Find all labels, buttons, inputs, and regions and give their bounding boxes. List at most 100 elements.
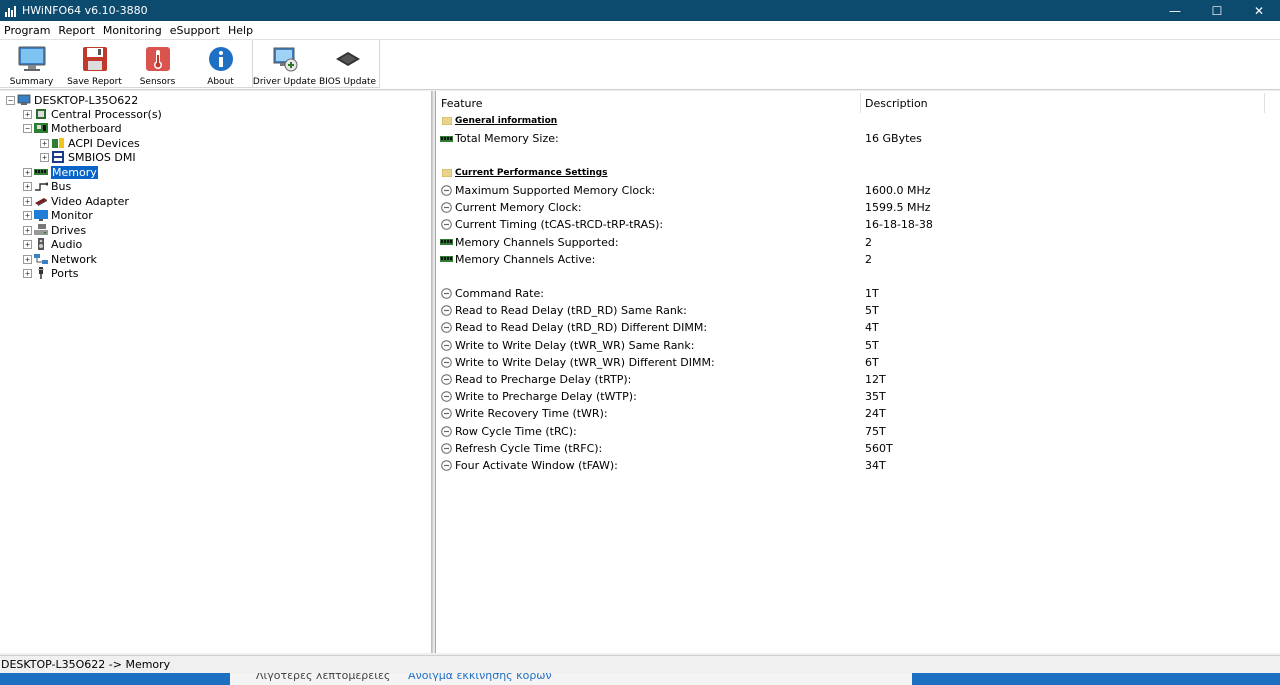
list-item[interactable]: Four Activate Window (tFAW): 34T (436, 458, 1276, 474)
tree-item-memory[interactable]: + Memory (23, 165, 98, 179)
feature-value: 560T (865, 441, 893, 455)
list-item[interactable]: Read to Read Delay (tRD_RD) Different DI… (436, 320, 1276, 336)
feature-label: Write to Write Delay (tWR_WR) Same Rank: (455, 338, 695, 352)
menu-monitoring[interactable]: Monitoring (99, 21, 166, 40)
expand-icon[interactable]: + (23, 254, 32, 264)
tree-item-audio[interactable]: + Audio (23, 237, 82, 251)
tree-item-motherboard[interactable]: − Motherboard (23, 121, 122, 135)
expand-icon[interactable]: + (23, 268, 32, 278)
feature-label: Row Cycle Time (tRC): (455, 424, 577, 438)
feature-value: 12T (865, 373, 886, 386)
list-item[interactable]: Write to Write Delay (tWR_WR) Different … (436, 355, 1276, 371)
list-item[interactable]: Current Timing (tCAS-tRCD-tRP-tRAS): 16-1… (436, 217, 1276, 233)
about-label: About (207, 77, 234, 87)
menu-bar: Program Report Monitoring eSupport Help (0, 21, 1280, 40)
feature-label: Total Memory Size: (455, 132, 559, 145)
thermometer-icon (143, 44, 173, 74)
tree-item-smbios[interactable]: + SMBIOS DMI (40, 150, 136, 164)
list-item[interactable]: Command Rate: 1T (436, 286, 1276, 302)
clock-icon (440, 356, 453, 368)
clock-icon (440, 219, 453, 231)
expand-icon[interactable]: + (23, 167, 32, 177)
tree-item-bus[interactable]: + Bus (23, 179, 71, 193)
feature-value: 16 GBytes (865, 132, 922, 145)
title-bar: HWiNFO64 v6.10-3880 — ☐ ✕ (0, 0, 1280, 21)
feature-value: 5T (865, 304, 879, 318)
list-item[interactable]: Read to Read Delay (tRD_RD) Same Rank: 5T (436, 303, 1276, 319)
section-row: Current Performance Settings (436, 166, 1276, 182)
feature-label: Memory Channels Active: (455, 252, 596, 266)
tree-item-root[interactable]: − DESKTOP-L35O622 (6, 93, 138, 107)
taskbar-item[interactable]: Λιγότερες λεπτομέρειες (256, 673, 390, 682)
list-item[interactable]: Total Memory Size: 16 GBytes (436, 131, 1276, 147)
expand-icon[interactable]: + (40, 138, 49, 148)
tree-item-drives[interactable]: + Drives (23, 223, 86, 237)
expand-icon[interactable]: + (23, 109, 32, 119)
column-divider[interactable] (860, 93, 861, 113)
collapse-icon[interactable]: − (6, 95, 15, 105)
expand-icon[interactable]: + (23, 181, 32, 191)
clock-icon (440, 305, 453, 317)
tree-label-bus: Bus (51, 179, 72, 193)
clock-icon (440, 202, 453, 214)
collapse-icon[interactable]: − (23, 123, 32, 133)
feature-value: 1600.0 MHz (865, 184, 931, 197)
bios-update-label: BIOS Update (318, 77, 377, 87)
taskbar-item[interactable]: Άνοιγμα εκκίνησης κορών (408, 673, 552, 682)
network-icon (34, 253, 48, 265)
menu-help[interactable]: Help (224, 21, 257, 40)
tree-label-network: Network (51, 252, 97, 266)
menu-esupport[interactable]: eSupport (166, 21, 224, 40)
expand-icon[interactable]: + (23, 239, 32, 249)
tree-label-video: Video Adapter (51, 194, 129, 208)
feature-value: 16-18-18-38 (865, 218, 933, 232)
summary-label: Summary (9, 77, 54, 87)
ram-icon (34, 166, 48, 178)
column-header-description[interactable]: Description (865, 97, 928, 110)
list-item[interactable]: Write Recovery Time (tWR): 24T (436, 406, 1276, 422)
tree-item-network[interactable]: + Network (23, 252, 97, 266)
close-button[interactable]: ✕ (1238, 0, 1280, 21)
summary-button[interactable]: Summary (0, 40, 63, 88)
sensors-button[interactable]: Sensors (126, 40, 189, 88)
list-item[interactable]: Memory Channels Supported: 2 (436, 235, 1276, 251)
tree-item-cpu[interactable]: + Central Processor(s) (23, 107, 162, 121)
minimize-button[interactable]: — (1154, 0, 1196, 21)
tree-item-monitor[interactable]: + Monitor (23, 208, 93, 222)
expand-icon[interactable]: + (23, 196, 32, 206)
tree-item-acpi[interactable]: + ACPI Devices (40, 136, 140, 150)
taskbar-strip: Λιγότερες λεπτομέρειες Άνοιγμα εκκίνησης… (230, 673, 912, 685)
section-title-general: General information (455, 116, 558, 126)
list-item[interactable]: Memory Channels Active: 2 (436, 252, 1276, 268)
tree-item-ports[interactable]: + Ports (23, 266, 79, 280)
list-item[interactable]: Refresh Cycle Time (tRFC): 560T (436, 441, 1276, 457)
column-header-feature[interactable]: Feature (441, 97, 483, 110)
feature-value: 2 (865, 235, 872, 249)
menu-report[interactable]: Report (54, 21, 98, 40)
video-card-icon (34, 195, 48, 207)
expand-icon[interactable]: + (23, 210, 32, 220)
tree-item-video[interactable]: + Video Adapter (23, 194, 129, 208)
clock-icon (440, 339, 453, 351)
list-item[interactable]: Read to Precharge Delay (tRTP): 12T (436, 372, 1276, 388)
section-icon (440, 167, 453, 179)
driver-update-button[interactable]: Driver Update (253, 40, 316, 88)
list-item[interactable]: Write to Write Delay (tWR_WR) Same Rank:… (436, 338, 1276, 354)
about-button[interactable]: About (189, 40, 252, 88)
expand-icon[interactable]: + (23, 225, 32, 235)
expand-icon[interactable]: + (40, 152, 49, 162)
list-item[interactable]: Maximum Supported Memory Clock: 1600.0 MH… (436, 183, 1276, 199)
feature-label: Current Memory Clock: (455, 201, 582, 215)
bios-update-button[interactable]: BIOS Update (316, 40, 379, 88)
list-item[interactable]: Current Memory Clock: 1599.5 MHz (436, 200, 1276, 216)
feature-label: Write Recovery Time (tWR): (455, 407, 608, 421)
hwinfo-window: HWiNFO64 v6.10-3880 — ☐ ✕ Program Report… (0, 0, 1280, 685)
column-divider[interactable] (1264, 93, 1265, 113)
menu-program[interactable]: Program (0, 21, 54, 40)
feature-value: 1T (865, 287, 879, 300)
section-row: General information (436, 114, 1276, 130)
maximize-button[interactable]: ☐ (1196, 0, 1238, 21)
save-report-button[interactable]: Save Report (63, 40, 126, 88)
list-item[interactable]: Row Cycle Time (tRC): 75T (436, 424, 1276, 440)
list-item[interactable]: Write to Precharge Delay (tWTP): 35T (436, 389, 1276, 405)
